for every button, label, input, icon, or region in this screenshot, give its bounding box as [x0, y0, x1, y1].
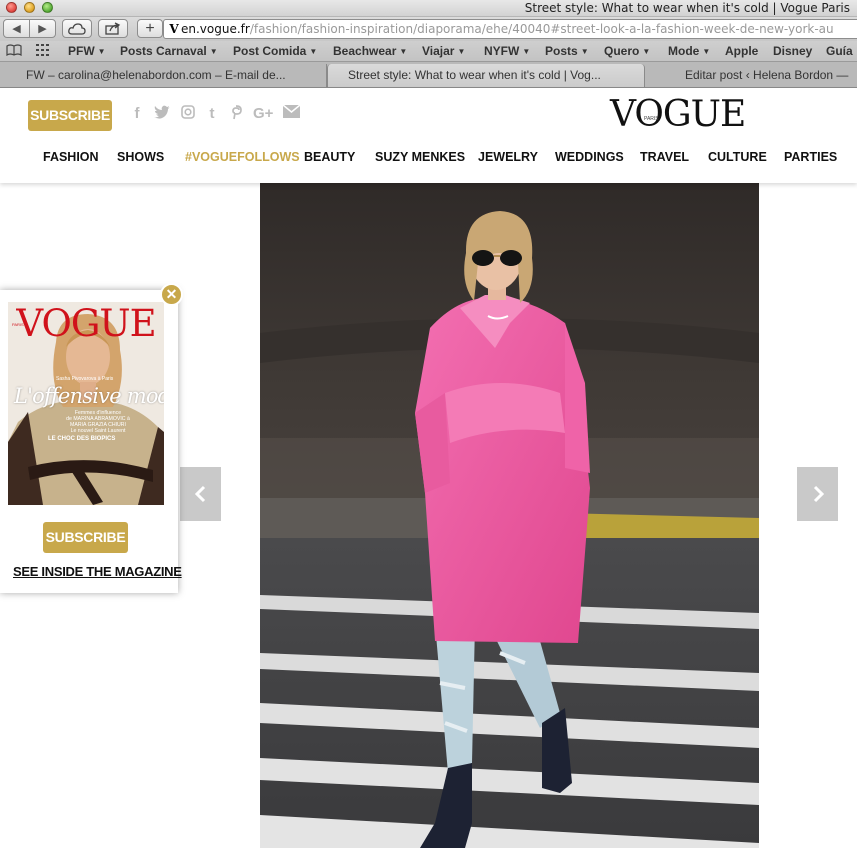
caret-down-icon: ▼	[580, 47, 589, 56]
street-style-photo[interactable]	[260, 183, 759, 848]
window-title: Street style: What to wear when it's col…	[524, 1, 850, 15]
bookmark-folder[interactable]: Posts Carnaval ▼	[120, 44, 218, 58]
nav-travel[interactable]: TRAVEL	[640, 150, 689, 164]
cover-headline: L'offensive mode	[14, 384, 164, 408]
main-nav: FASHION SHOWS #VOGUEFOLLOWS BEAUTY SUZY …	[0, 150, 857, 170]
window-titlebar: Street style: What to wear when it's col…	[0, 0, 857, 17]
caret-down-icon: ▼	[642, 47, 651, 56]
caret-down-icon: ▼	[309, 47, 318, 56]
tab-edit-post[interactable]: Editar post ‹ Helena Bordon —	[645, 64, 857, 87]
chevron-left-icon	[194, 485, 205, 503]
bookmark-folder[interactable]: Mode ▼	[668, 44, 710, 58]
instagram-icon[interactable]	[181, 105, 195, 124]
bookmark-link[interactable]: Apple	[725, 44, 758, 58]
tab-bar: FW – carolina@helenabordon.com – E-mail …	[0, 62, 857, 88]
icloud-tabs-button[interactable]	[62, 19, 92, 38]
next-slide-button[interactable]	[797, 467, 838, 521]
nav-voguefollows[interactable]: #VOGUEFOLLOWS	[185, 150, 300, 164]
chevron-right-icon	[813, 485, 824, 503]
bookmark-folder[interactable]: Post Comida ▼	[233, 44, 317, 58]
top-sites-grid-icon[interactable]	[36, 44, 50, 59]
new-tab-button[interactable]: +	[137, 19, 163, 38]
cover-subheadline: Femmes d'influence de MARINA ABRAMOVIC à…	[66, 410, 130, 434]
social-links: f t G+	[130, 104, 301, 124]
bookmark-folder[interactable]: NYFW ▼	[484, 44, 530, 58]
caret-down-icon: ▼	[209, 47, 218, 56]
plus-icon: +	[145, 19, 155, 37]
nav-parties[interactable]: PARTIES	[784, 150, 837, 164]
caret-down-icon: ▼	[399, 47, 408, 56]
twitter-icon[interactable]	[154, 105, 171, 124]
cover-logo: VOGUE	[16, 302, 156, 345]
magazine-cover[interactable]: VOGUE PARIS Sasha Pivovarova à Paris L'o…	[8, 302, 164, 505]
prev-slide-button[interactable]	[180, 467, 221, 521]
bookmark-folder[interactable]: PFW ▼	[68, 44, 106, 58]
cover-logo-sub: PARIS	[12, 322, 24, 327]
share-icon	[105, 22, 121, 35]
site-favicon: V	[169, 22, 179, 36]
subscribe-button[interactable]: SUBSCRIBE	[28, 100, 112, 131]
nav-suzy-menkes[interactable]: SUZY MENKES	[375, 150, 465, 164]
close-icon[interactable]: ✕	[160, 283, 183, 306]
url-path: /fashion/fashion-inspiration/diaporama/e…	[249, 22, 834, 36]
nav-weddings[interactable]: WEDDINGS	[555, 150, 624, 164]
forward-button[interactable]: ▶	[30, 20, 55, 37]
bookmark-link[interactable]: Disney	[773, 44, 812, 58]
site-header: SUBSCRIBE f t G+ VOGUE PARIS FASHION SHO…	[0, 88, 857, 183]
nav-fashion[interactable]: FASHION	[43, 150, 99, 164]
close-window-button[interactable]	[6, 2, 17, 13]
tab-vogue-street-style[interactable]: Street style: What to wear when it's col…	[327, 64, 645, 87]
back-button[interactable]: ◀	[4, 20, 30, 37]
url-host: en.vogue.fr	[181, 22, 250, 36]
nav-beauty[interactable]: BEAUTY	[304, 150, 355, 164]
bookmark-folder[interactable]: Viajar ▼	[422, 44, 465, 58]
mail-icon[interactable]	[282, 104, 301, 124]
tumblr-icon[interactable]: t	[205, 105, 219, 124]
nav-shows[interactable]: SHOWS	[117, 150, 164, 164]
share-button[interactable]	[98, 19, 128, 38]
book-icon[interactable]	[6, 44, 22, 59]
bookmarks-bar: PFW ▼ Posts Carnaval ▼ Post Comida ▼ Beachw…	[0, 41, 857, 62]
vogue-logo[interactable]: VOGUE	[610, 94, 746, 135]
street-style-image	[260, 183, 759, 848]
cloud-icon	[68, 22, 86, 35]
cover-kicker: Sasha Pivovarova à Paris	[56, 376, 114, 382]
bookmark-link[interactable]: Guía	[826, 44, 853, 58]
nav-culture[interactable]: CULTURE	[708, 150, 767, 164]
pinterest-icon[interactable]	[229, 105, 243, 124]
bookmark-folder[interactable]: Quero ▼	[604, 44, 650, 58]
minimize-window-button[interactable]	[24, 2, 35, 13]
facebook-icon[interactable]: f	[130, 105, 144, 124]
cover-biopics-line: LE CHOC DES BIOPICS	[48, 436, 116, 442]
caret-down-icon: ▼	[702, 47, 711, 56]
browser-toolbar: ◀ ▶ + Ven.vogue.fr/fashion/fashion-inspi…	[0, 17, 857, 41]
bookmark-folder[interactable]: Beachwear ▼	[333, 44, 407, 58]
caret-down-icon: ▼	[457, 47, 466, 56]
zoom-window-button[interactable]	[42, 2, 53, 13]
nav-jewelry[interactable]: JEWELRY	[478, 150, 538, 164]
back-arrow-icon: ◀	[12, 23, 21, 35]
bookmark-folder[interactable]: Posts ▼	[545, 44, 589, 58]
caret-down-icon: ▼	[97, 47, 106, 56]
history-nav: ◀ ▶	[3, 19, 56, 38]
see-inside-magazine-link[interactable]: SEE INSIDE THE MAGAZINE	[13, 564, 182, 579]
address-bar[interactable]: Ven.vogue.fr/fashion/fashion-inspiration…	[163, 19, 857, 39]
google-plus-icon[interactable]: G+	[253, 105, 273, 124]
magazine-popup: ✕ VOGUE PARIS Sasha Pivovarova à Paris L…	[0, 283, 183, 593]
caret-down-icon: ▼	[522, 47, 531, 56]
tab-email[interactable]: FW – carolina@helenabordon.com – E-mail …	[16, 64, 327, 87]
vogue-logo-sub: PARIS	[644, 116, 659, 122]
magazine-subscribe-button[interactable]: SUBSCRIBE	[43, 522, 128, 553]
forward-arrow-icon: ▶	[38, 23, 47, 35]
